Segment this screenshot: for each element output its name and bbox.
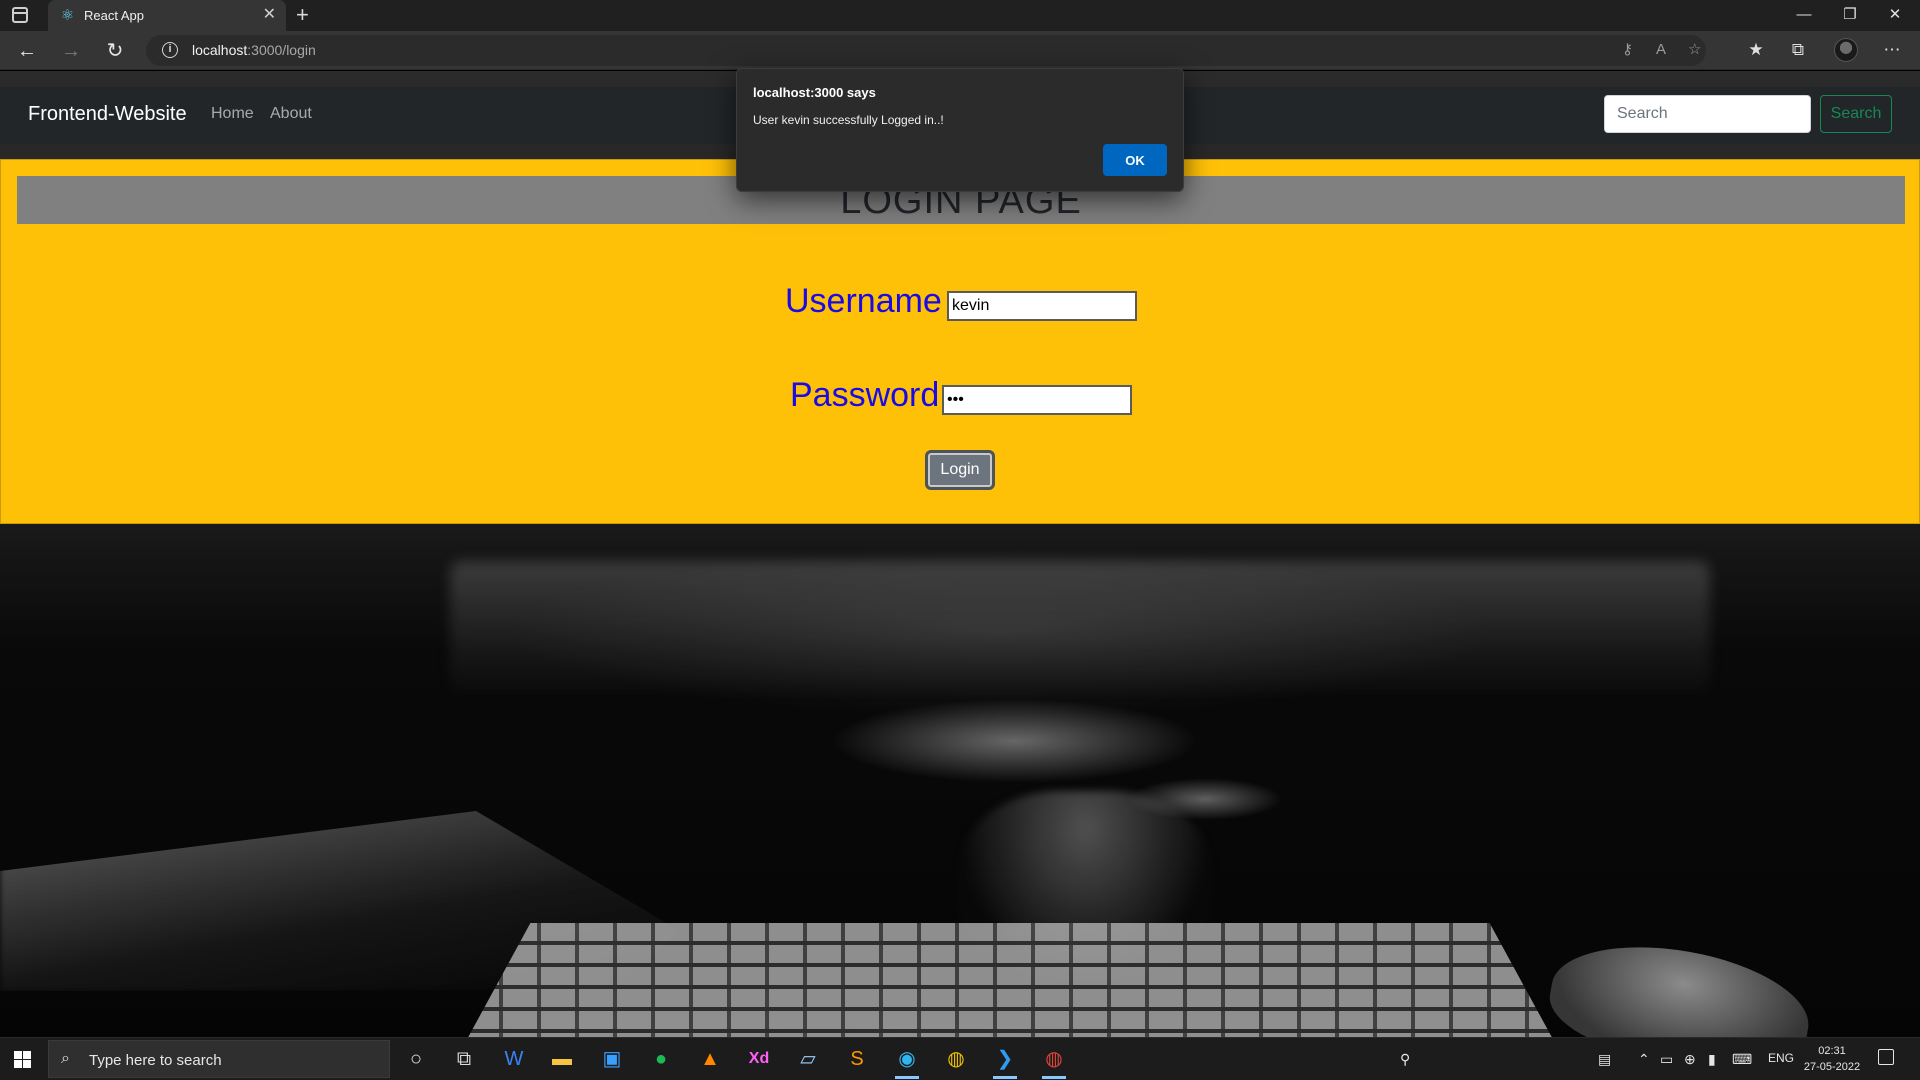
nav-link-home[interactable]: Home [211,105,254,123]
tab-close-icon[interactable]: ✕ [263,6,276,24]
more-menu-icon[interactable]: ⋯ [1880,39,1904,61]
page-viewport: Frontend-Website Home About Search LOGIN… [0,71,1920,1037]
nav-link-about[interactable]: About [270,105,312,123]
back-button[interactable]: ← [14,39,40,63]
add-favorite-icon[interactable]: ☆ [1688,40,1701,60]
edge-icon[interactable]: ◉ [887,1043,927,1079]
language-indicator[interactable]: ENG [1768,1051,1794,1065]
taskbar: ⌕ Type here to search ○ ⧉ W ▬ ▣ ● ▲ Xd ▱… [0,1037,1920,1080]
chrome-icon[interactable]: ◍ [936,1043,976,1075]
clock-time: 02:31 [1818,1045,1846,1057]
read-aloud-icon[interactable]: A [1656,40,1666,60]
notepad-icon[interactable]: ▱ [788,1043,828,1075]
alert-dialog: localhost:3000 says User kevin successfu… [736,68,1184,192]
vscode-icon[interactable]: ❯ [985,1043,1025,1079]
word-icon[interactable]: W [494,1043,534,1075]
keyboard-icon[interactable]: ⌨ [1732,1049,1752,1069]
close-window-button[interactable]: ✕ [1880,4,1910,26]
clock-date: 27-05-2022 [1803,1061,1861,1073]
forward-button[interactable]: → [58,39,84,63]
login-button[interactable]: Login [925,450,995,490]
tab-title: React App [84,8,144,23]
browser-tab[interactable]: ⚛ React App ✕ [48,0,286,31]
site-info-icon[interactable]: i [162,42,178,58]
show-hidden-icons[interactable]: ⌃ [1638,1049,1650,1069]
background-monitor [450,561,1710,691]
background-mouse [1542,929,1818,1037]
task-view-icon[interactable]: ⧉ [444,1043,484,1075]
address-bar[interactable]: i localhost:3000/login ⚷ A ☆ [146,35,1706,66]
taskbar-search[interactable]: ⌕ Type here to search [48,1040,390,1078]
search-icon: ⌕ [61,1050,70,1067]
reload-button[interactable]: ↻ [102,39,128,63]
alert-origin: localhost:3000 says [753,85,876,100]
cortana-icon[interactable]: ○ [396,1043,436,1075]
notifications-icon[interactable] [1878,1049,1894,1065]
windows-start-icon[interactable] [14,1051,31,1068]
chrome-dev-icon[interactable]: ◍ [1034,1043,1074,1079]
minimize-button[interactable]: — [1789,4,1819,26]
people-icon[interactable]: ⚲ [1400,1049,1410,1069]
background-keyboard [465,923,1555,1037]
restore-button[interactable]: ❐ [1835,4,1865,26]
username-input[interactable] [947,291,1137,321]
spotify-icon[interactable]: ● [641,1043,681,1075]
alert-message: User kevin successfully Logged in..! [753,113,944,127]
favorites-icon[interactable]: ★ [1744,39,1768,61]
key-icon[interactable]: ⚷ [1622,40,1633,60]
clock[interactable]: 02:31 27-05-2022 [1800,1043,1864,1075]
username-label: Username : [785,282,961,320]
browser-toolbar: ← → ↻ i localhost:3000/login ⚷ A ☆ ★ ⧉ ⋯ [0,31,1920,70]
react-favicon-icon: ⚛ [60,7,75,24]
news-widget-icon[interactable]: ▤ [1598,1049,1611,1069]
browser-tab-bar: ⚛ React App ✕ + — ❐ ✕ [0,0,1920,31]
login-card: LOGIN PAGE Username : Password : Login [0,159,1920,524]
file-explorer-icon[interactable]: ▬ [542,1043,582,1075]
battery-icon[interactable]: ▮ [1708,1049,1716,1069]
password-label: Password : [790,376,959,414]
adobe-xd-icon[interactable]: Xd [739,1043,779,1075]
new-tab-button[interactable]: + [296,3,309,27]
site-search-button[interactable]: Search [1820,95,1892,133]
taskbar-search-placeholder: Type here to search [89,1052,222,1069]
url-text[interactable]: localhost:3000/login [192,42,316,58]
store-icon[interactable]: ▣ [592,1043,632,1075]
site-search-input[interactable] [1604,95,1811,133]
password-input[interactable] [942,385,1132,415]
profile-avatar[interactable] [1834,38,1858,62]
display-icon[interactable]: ▭ [1660,1049,1673,1069]
alert-ok-button[interactable]: OK [1103,144,1167,176]
sublime-icon[interactable]: S [837,1043,877,1075]
collections-icon[interactable]: ⧉ [1786,39,1810,61]
tab-actions-icon[interactable] [12,7,28,23]
network-icon[interactable]: ⊕ [1684,1049,1696,1069]
site-brand[interactable]: Frontend-Website [28,103,187,126]
vlc-icon[interactable]: ▲ [690,1043,730,1075]
